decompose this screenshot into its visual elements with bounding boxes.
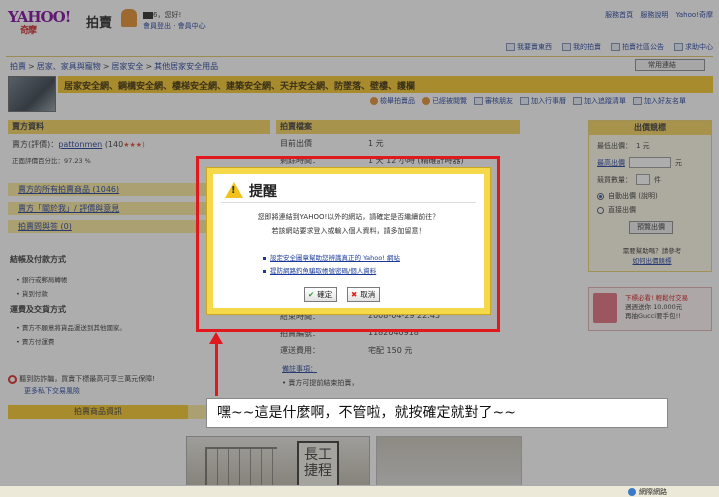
annotation-caption: 嘿~~這是什麼啊，不管啦，就按確定就對了~~ xyxy=(206,398,668,428)
check-icon: ✔ xyxy=(308,290,315,299)
dialog-message: 您即將連結到YAHOO!以外的網站，請確定是否繼續前往？ xyxy=(257,213,440,221)
dialog-message: 若該網站要求登入或輸入個人資料，請多加留意！ xyxy=(271,227,426,235)
browser-status-bar: 網際網路 xyxy=(0,485,719,497)
status-zone: 網際網路 xyxy=(628,487,667,497)
red-arrow-line xyxy=(215,340,218,396)
warning-dialog: ! 提醒 您即將連結到YAHOO!以外的網站，請確定是否繼續前往？ 若該網站要求… xyxy=(207,168,490,314)
security-seal-link[interactable]: 設定安全圖章幫助您辨識真正的 Yahoo! 網站 xyxy=(263,252,400,262)
phishing-warning-link[interactable]: 提防網路釣魚騙取帳號密碼/個人資料 xyxy=(263,265,376,275)
globe-icon xyxy=(628,488,636,496)
confirm-button[interactable]: ✔ 確定 xyxy=(304,287,338,302)
dialog-divider xyxy=(221,202,476,203)
dialog-title: 提醒 xyxy=(249,184,277,200)
cancel-button[interactable]: ✖ 取消 xyxy=(347,287,381,302)
close-icon: ✖ xyxy=(351,290,358,299)
warning-icon-mark: ! xyxy=(231,185,236,196)
